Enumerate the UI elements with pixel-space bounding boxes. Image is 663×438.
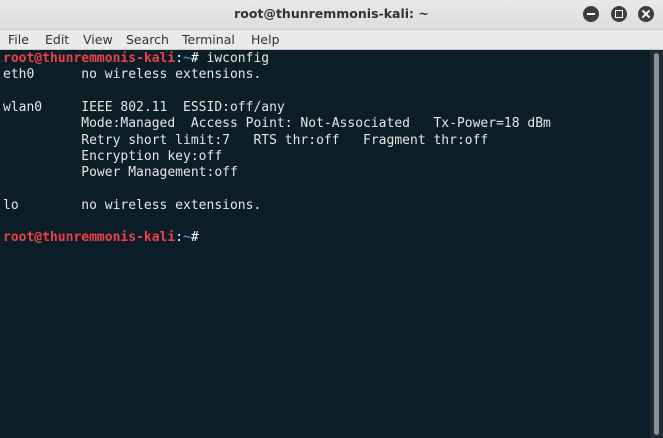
output-line: lo no wireless extensions. xyxy=(3,197,262,213)
menu-terminal[interactable]: Terminal xyxy=(182,32,235,47)
vertical-scrollbar[interactable] xyxy=(650,50,663,438)
terminal-window: root@thunremmonis-kali: ~ File Edit View… xyxy=(0,0,663,438)
scrollbar-thumb[interactable] xyxy=(654,53,659,435)
output-line: Retry short limit:7 RTS thr:off Fragment… xyxy=(3,132,489,148)
minimize-button[interactable] xyxy=(583,6,599,22)
command-line: root@thunremmonis-kali:~# iwconfig xyxy=(3,51,269,67)
menu-edit[interactable]: Edit xyxy=(45,32,69,47)
prompt-symbol: # xyxy=(190,51,207,66)
title-bar[interactable]: root@thunremmonis-kali: ~ xyxy=(0,0,663,30)
prompt-colon: : xyxy=(175,51,184,66)
prompt-path: ~ xyxy=(183,51,191,66)
current-prompt-line[interactable]: root@thunremmonis-kali:~# xyxy=(3,230,207,246)
prompt-symbol: # xyxy=(190,230,207,246)
menu-help[interactable]: Help xyxy=(251,32,280,47)
command-text: iwconfig xyxy=(206,51,270,66)
menu-bar: File Edit View Search Terminal Help xyxy=(0,30,663,50)
close-button[interactable] xyxy=(638,6,654,22)
output-line: Power Management:off xyxy=(3,165,238,181)
prompt-user-host: root@thunremmonis-kali xyxy=(3,230,176,246)
output-line: wlan0 IEEE 802.11 ESSID:off/any xyxy=(3,99,285,115)
output-line: Mode:Managed Access Point: Not-Associate… xyxy=(3,116,551,132)
output-line: Encryption key:off xyxy=(3,148,223,164)
terminal-output-area[interactable]: root@thunremmonis-kali:~# iwconfig eth0 … xyxy=(0,50,650,438)
output-line: eth0 no wireless extensions. xyxy=(3,67,262,83)
prompt-path: ~ xyxy=(183,230,191,246)
window-title: root@thunremmonis-kali: ~ xyxy=(234,6,429,21)
prompt-colon: : xyxy=(175,230,184,246)
prompt-user-host: root@thunremmonis-kali xyxy=(3,51,176,66)
maximize-button[interactable] xyxy=(611,6,627,22)
menu-view[interactable]: View xyxy=(83,32,113,47)
menu-search[interactable]: Search xyxy=(126,32,169,47)
menu-file[interactable]: File xyxy=(8,32,29,47)
